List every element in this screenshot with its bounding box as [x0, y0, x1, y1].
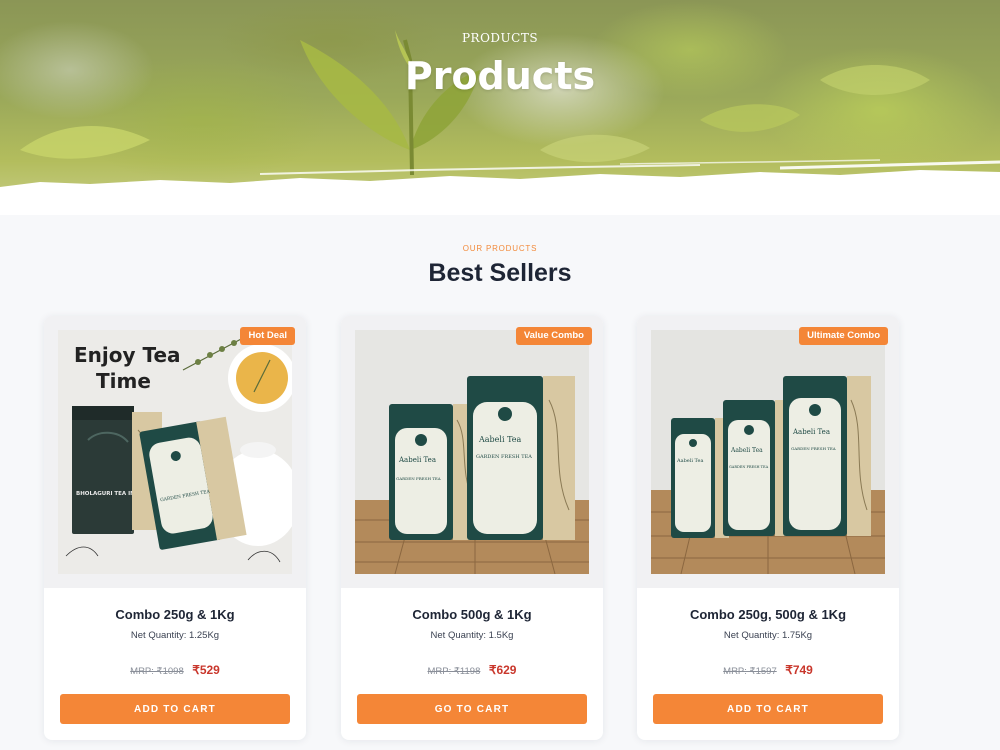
product-media[interactable]: Aabeli Tea GARDEN FRESH TEA Aabeli Tea G…	[341, 316, 603, 588]
product-price: MRP: ₹1098 ₹529	[44, 661, 306, 679]
product-name[interactable]: Combo 500g & 1Kg	[341, 607, 603, 622]
page-title: Products	[404, 54, 596, 98]
pouch-brand-text: Aabeli Tea	[792, 428, 830, 436]
pouch-label-text: GARDEN FRESH TEA	[396, 476, 441, 481]
product-badge: Hot Deal	[240, 327, 295, 345]
go-to-cart-button[interactable]: GO TO CART	[357, 694, 587, 724]
pouch-brand-text: Aabeli Tea	[398, 456, 436, 464]
section-title: Best Sellers	[428, 259, 572, 287]
product-card[interactable]: Aabeli Tea Aabeli Tea GARDEN FRESH TEA A…	[637, 316, 899, 740]
hero-breadcrumb: PRODUCTS	[461, 31, 539, 45]
product-image[interactable]: Aabeli Tea GARDEN FRESH TEA Aabeli Tea G…	[355, 330, 589, 574]
product-name[interactable]: Combo 250g & 1Kg	[44, 607, 306, 622]
product-badge: Ultimate Combo	[799, 327, 888, 345]
sale-price: ₹629	[488, 663, 517, 677]
product-image[interactable]: Aabeli Tea Aabeli Tea GARDEN FRESH TEA A…	[651, 330, 885, 574]
brush-stroke-divider	[0, 159, 1000, 215]
image-headline: Time	[96, 369, 151, 393]
sale-price: ₹749	[785, 663, 813, 677]
product-price: MRP: ₹1597 ₹749	[637, 661, 899, 679]
pouch-label-text: GARDEN FRESH TEA	[729, 465, 769, 469]
pouch-brand-text: Aabeli Tea	[730, 447, 763, 454]
mrp-price: MRP: ₹1098	[130, 666, 184, 677]
product-media[interactable]: Enjoy Tea Time BHOLAGURI TEA INDUSTRIES	[44, 316, 306, 588]
product-name[interactable]: Combo 250g, 500g & 1Kg	[637, 607, 899, 622]
sale-price: ₹529	[192, 663, 220, 677]
product-badge: Value Combo	[515, 327, 592, 345]
product-quantity: Net Quantity: 1.5Kg	[430, 630, 514, 641]
image-headline: Enjoy Tea	[74, 343, 181, 367]
pouch-label-text: GARDEN FRESH TEA	[791, 446, 836, 451]
add-to-cart-button[interactable]: ADD TO CART	[653, 694, 883, 724]
section-eyebrow: OUR PRODUCTS	[462, 244, 538, 253]
product-card[interactable]: Aabeli Tea GARDEN FRESH TEA Aabeli Tea G…	[341, 316, 603, 740]
product-quantity: Net Quantity: 1.75Kg	[723, 630, 813, 641]
hero-banner: PRODUCTS Products	[0, 0, 1000, 215]
pouch-brand-text: Aabeli Tea	[676, 458, 703, 464]
product-card[interactable]: Enjoy Tea Time BHOLAGURI TEA INDUSTRIES	[44, 316, 306, 740]
mrp-price: MRP: ₹1198	[427, 666, 481, 677]
product-media[interactable]: Aabeli Tea Aabeli Tea GARDEN FRESH TEA A…	[637, 316, 899, 588]
pouch-label-text: GARDEN FRESH TEA	[476, 454, 532, 460]
mrp-price: MRP: ₹1597	[723, 666, 777, 677]
product-image[interactable]: Enjoy Tea Time BHOLAGURI TEA INDUSTRIES	[58, 330, 292, 574]
add-to-cart-button[interactable]: ADD TO CART	[60, 694, 290, 724]
product-quantity: Net Quantity: 1.25Kg	[130, 630, 220, 641]
pouch-brand-text: Aabeli Tea	[478, 435, 522, 444]
product-price: MRP: ₹1198 ₹629	[341, 661, 603, 679]
